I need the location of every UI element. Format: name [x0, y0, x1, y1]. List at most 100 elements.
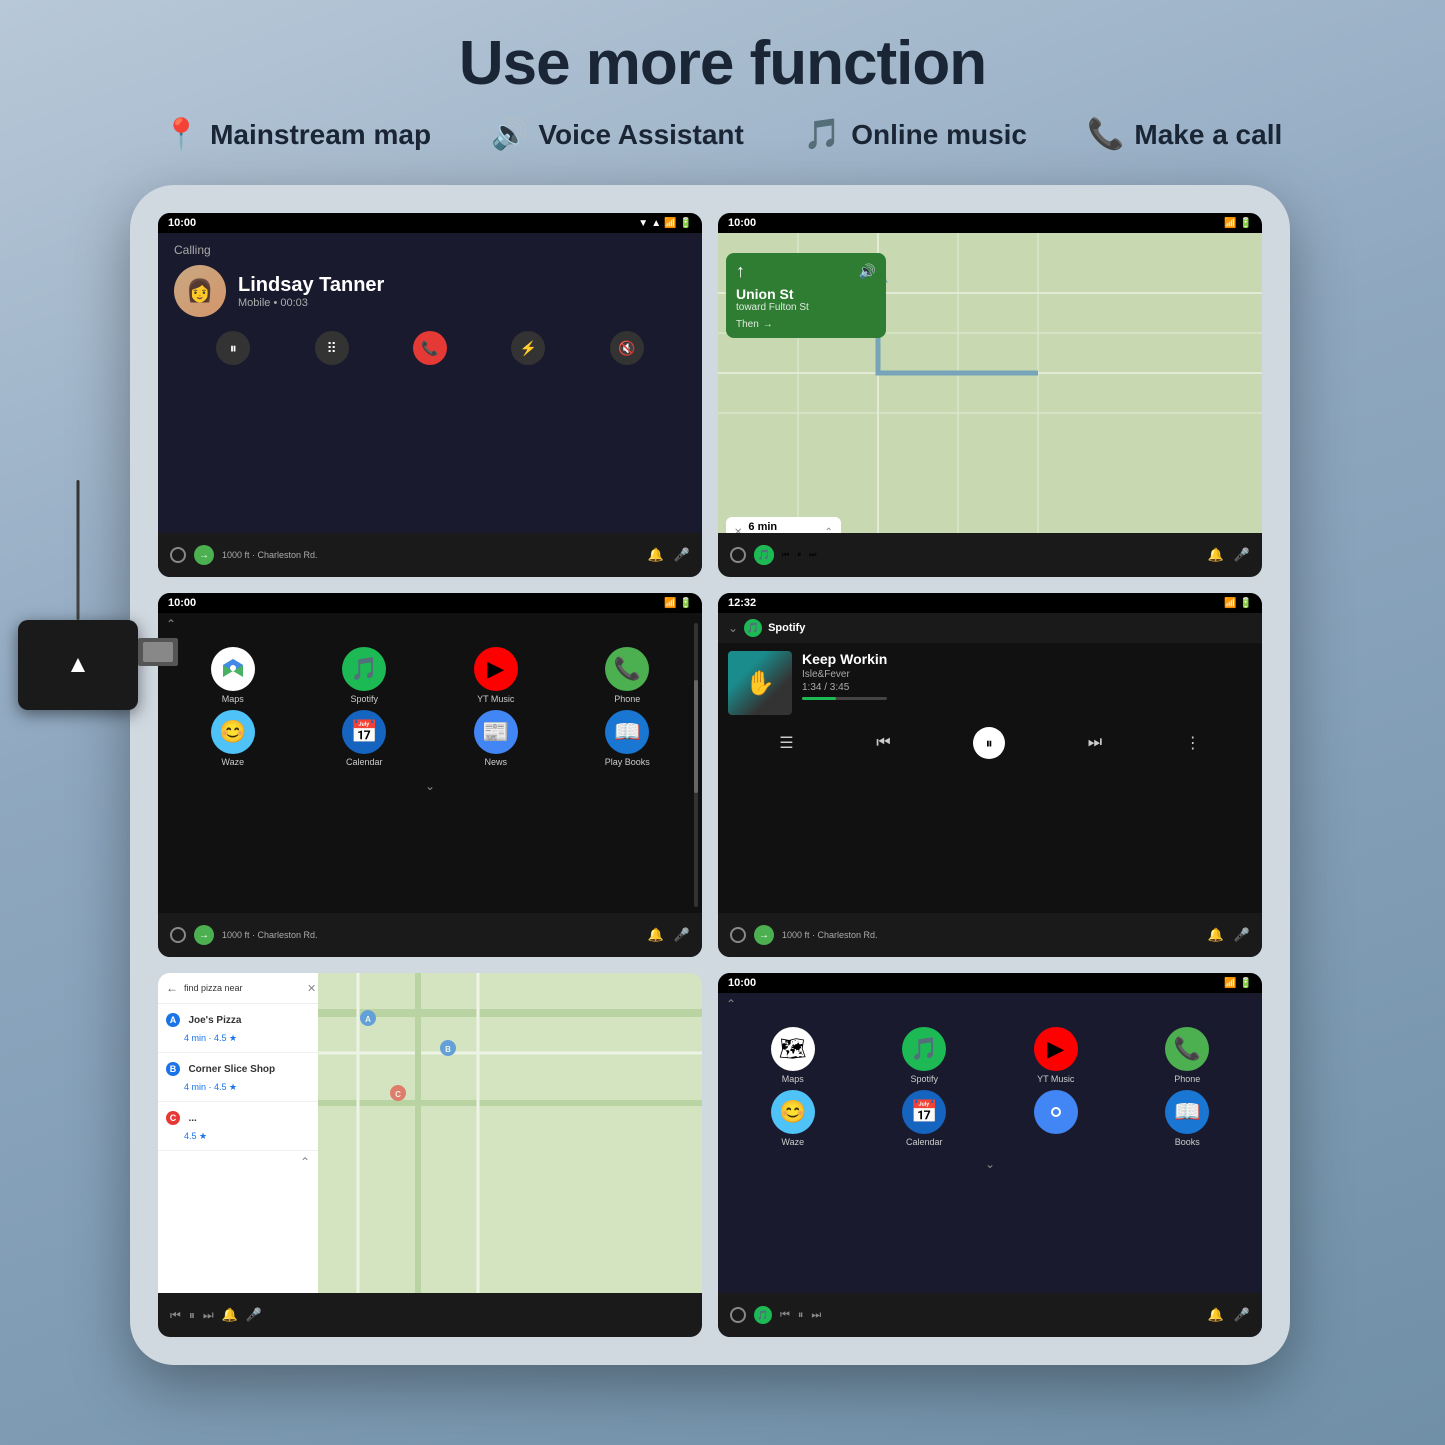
app-playbooks[interactable]: 📖 Play Books [565, 710, 691, 767]
app-waze[interactable]: 😊 Waze [170, 710, 296, 767]
dark-ytmusic-icon[interactable]: ▶ [1034, 1027, 1078, 1071]
call-buttons[interactable]: ⏸ ⠿ 📞 ⚡ 🔇 [174, 331, 686, 365]
pause-button[interactable]: ⏸ [216, 331, 250, 365]
dark-app-phone[interactable]: 📞 Phone [1125, 1027, 1251, 1084]
apps-dark-mic-icon[interactable]: 🎤 [1234, 1307, 1250, 1323]
nav-home-dot[interactable] [170, 547, 186, 563]
play-pause-icon-3[interactable]: ⏸ [189, 1308, 195, 1323]
dark-app-ytmusic[interactable]: ▶ YT Music [993, 1027, 1119, 1084]
dark-scroll-down[interactable]: ⌄ [718, 1155, 1262, 1173]
app-ytmusic[interactable]: ▶ YT Music [433, 647, 559, 704]
search-result-c[interactable]: C ... 4.5 ★ [158, 1102, 318, 1151]
dark-app-books[interactable]: 📖 Books [1125, 1090, 1251, 1147]
play-pause-icon[interactable]: ⏸ [797, 550, 801, 560]
dark-calendar-icon[interactable]: 📅 [902, 1090, 946, 1134]
apps-status-icons: 📶🔋 [664, 598, 692, 609]
dark-app-maps[interactable]: 🗺 Maps [730, 1027, 856, 1084]
close-icon[interactable]: ✕ [307, 982, 316, 995]
spotify-home-dot[interactable] [730, 927, 746, 943]
apps-mic-icon[interactable]: 🎤 [674, 927, 690, 943]
nav-home-dot-2[interactable] [730, 547, 746, 563]
skip-next-icon-3[interactable]: ⏭ [203, 1308, 214, 1323]
dark-play-icon[interactable]: ⏸ [798, 1309, 804, 1322]
phone-app-icon[interactable]: 📞 [605, 647, 649, 691]
app-news[interactable]: 📰 News [433, 710, 559, 767]
page-title: Use more function [0, 0, 1445, 99]
bluetooth-button[interactable]: ⚡ [511, 331, 545, 365]
sidebar-scroll-arrow[interactable]: ⌃ [300, 1155, 310, 1169]
dark-app-assistant[interactable] [993, 1090, 1119, 1147]
spotify-maps-arrow[interactable]: → [754, 925, 774, 945]
dark-books-icon[interactable]: 📖 [1165, 1090, 1209, 1134]
maps-search-bar[interactable]: ← ✕ [158, 973, 318, 1004]
dark-app-waze[interactable]: 😊 Waze [730, 1090, 856, 1147]
app-calendar[interactable]: 📅 Calendar [302, 710, 428, 767]
more-options-btn[interactable]: ⋮ [1185, 733, 1201, 753]
skip-next-btn[interactable]: ⏭ [1088, 734, 1102, 752]
nav-maps-arrow[interactable]: → [194, 545, 214, 565]
dark-spotify-icon[interactable]: 🎵 [902, 1027, 946, 1071]
caller-info: Lindsay Tanner Mobile • 00:03 [238, 274, 384, 309]
back-arrow-icon[interactable]: ← [166, 981, 178, 995]
nav-mic-icon-2[interactable]: 🎤 [1234, 547, 1250, 563]
scroll-thumb [694, 680, 698, 794]
features-row: 📍 Mainstream map 🔊 Voice Assistant 🎵 Onl… [0, 117, 1445, 152]
apps-dark-status-icons: 📶🔋 [1224, 978, 1252, 989]
spotify-bell-icon[interactable]: 🔔 [1208, 927, 1224, 943]
mute-button[interactable]: 🔇 [610, 331, 644, 365]
skip-prev-icon-3[interactable]: ⏮ [170, 1308, 181, 1323]
dark-skip-next-icon[interactable]: ⏭ [811, 1309, 821, 1322]
dark-app-calendar[interactable]: 📅 Calendar [862, 1090, 988, 1147]
apps-dark-bell-icon[interactable]: 🔔 [1208, 1307, 1224, 1323]
marker-a: A [166, 1013, 180, 1027]
dark-maps-icon[interactable]: 🗺 [771, 1027, 815, 1071]
scroll-up-arrow[interactable]: ⌃ [166, 617, 176, 631]
maps-bell-icon[interactable]: 🔔 [222, 1307, 238, 1323]
map-main-bg: A B C [318, 973, 702, 1293]
maps-app-icon[interactable] [211, 647, 255, 691]
apps-dark-nav-right: 🔔 🎤 [1208, 1307, 1250, 1323]
scroll-down-arrow[interactable]: ⌄ [158, 775, 702, 797]
skip-prev-icon[interactable]: ⏮ [782, 550, 789, 560]
skip-prev-btn[interactable]: ⏮ [876, 734, 890, 752]
ytmusic-app-icon[interactable]: ▶ [474, 647, 518, 691]
search-result-a[interactable]: A Joe's Pizza 4 min · 4.5 ★ [158, 1004, 318, 1053]
skip-next-icon[interactable]: ⏭ [809, 550, 816, 560]
queue-icon[interactable]: ☰ [779, 733, 793, 753]
calendar-app-icon[interactable]: 📅 [342, 710, 386, 754]
dark-spotify-label: Spotify [910, 1074, 938, 1084]
nav-bell-icon[interactable]: 🔔 [648, 547, 664, 563]
app-maps[interactable]: Maps [170, 647, 296, 704]
dark-scroll-up[interactable]: ⌃ [726, 997, 736, 1011]
search-result-b[interactable]: B Corner Slice Shop 4 min · 4.5 ★ [158, 1053, 318, 1102]
dark-assistant-icon[interactable] [1034, 1090, 1078, 1134]
nav-bell-icon-2[interactable]: 🔔 [1208, 547, 1224, 563]
app-spotify[interactable]: 🎵 Spotify [302, 647, 428, 704]
apps-bell-icon[interactable]: 🔔 [648, 927, 664, 943]
dark-phone-icon[interactable]: 📞 [1165, 1027, 1209, 1071]
playbooks-app-icon[interactable]: 📖 [605, 710, 649, 754]
nav-mic-icon[interactable]: 🎤 [674, 547, 690, 563]
apps-home-dot[interactable] [170, 927, 186, 943]
dark-skip-prev-icon[interactable]: ⏮ [780, 1309, 790, 1322]
spotify-controls[interactable]: ☰ ⏮ ⏸ ⏭ ⋮ [718, 723, 1262, 763]
calling-status-icons: ▼▲📶🔋 [638, 218, 692, 229]
search-input[interactable] [184, 983, 301, 993]
waze-app-icon[interactable]: 😊 [211, 710, 255, 754]
apps-dark-home-dot[interactable] [730, 1307, 746, 1323]
dark-app-spotify[interactable]: 🎵 Spotify [862, 1027, 988, 1084]
dark-waze-icon[interactable]: 😊 [771, 1090, 815, 1134]
apps-maps-arrow[interactable]: → [194, 925, 214, 945]
end-call-button[interactable]: 📞 [413, 331, 447, 365]
apps-dark-spotify-icon[interactable]: 🎵 [754, 1306, 772, 1324]
app-phone[interactable]: 📞 Phone [565, 647, 691, 704]
dongle-usb-port [138, 638, 178, 666]
dialpad-button[interactable]: ⠿ [315, 331, 349, 365]
nav-maps-arrow-2[interactable]: 🎵 [754, 545, 774, 565]
play-pause-btn[interactable]: ⏸ [973, 727, 1005, 759]
chevron-down-icon[interactable]: ⌄ [728, 621, 738, 635]
maps-mic-icon[interactable]: 🎤 [246, 1307, 262, 1323]
spotify-app-icon[interactable]: 🎵 [342, 647, 386, 691]
spotify-mic-icon[interactable]: 🎤 [1234, 927, 1250, 943]
news-app-icon[interactable]: 📰 [474, 710, 518, 754]
